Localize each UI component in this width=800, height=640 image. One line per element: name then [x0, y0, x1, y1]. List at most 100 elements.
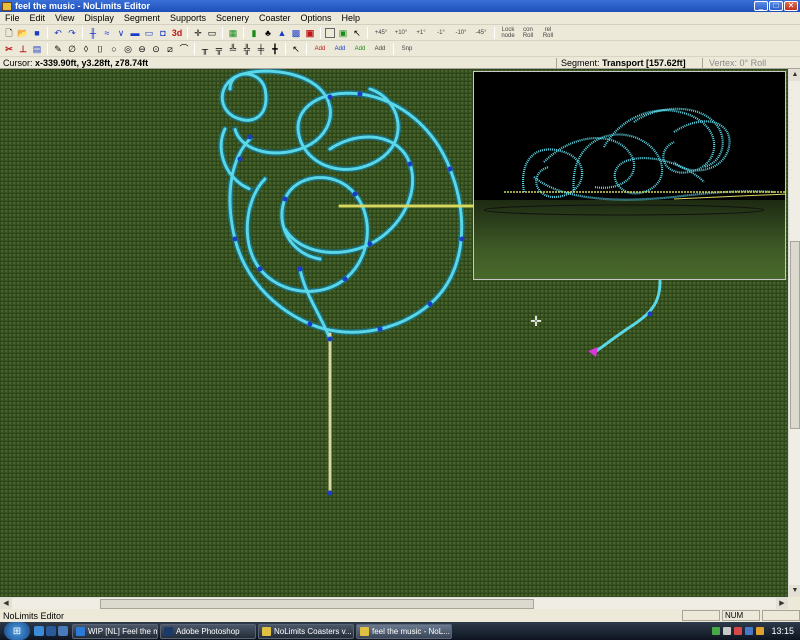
node-down-icon[interactable]: ◎	[122, 43, 134, 55]
station-segment-icon[interactable]: ▤	[31, 43, 43, 55]
tunnel-icon[interactable]: ⌒	[178, 43, 190, 55]
track-dip-icon[interactable]: ∨	[115, 27, 127, 39]
menu-coaster[interactable]: Coaster	[254, 13, 296, 23]
taskbar-item-editor[interactable]: feel the music - NoL...	[356, 623, 452, 639]
node-up-icon[interactable]: ○	[108, 43, 120, 55]
angle-minus10-button[interactable]: -10°	[452, 27, 470, 39]
pencil-icon[interactable]: ✎	[52, 43, 64, 55]
tray-app-icon[interactable]	[745, 627, 754, 635]
quicklaunch-ie-icon[interactable]	[34, 626, 44, 636]
vertical-scroll-thumb[interactable]	[790, 241, 800, 429]
3d-preview-window[interactable]	[473, 71, 786, 280]
minimize-button[interactable]: _	[754, 1, 768, 11]
minus-icon[interactable]: ▭	[206, 27, 218, 39]
car-icon[interactable]: ◘	[157, 27, 169, 39]
menu-display[interactable]: Display	[79, 13, 119, 23]
screen-icon[interactable]: ▣	[337, 27, 349, 39]
angle-minus45-button[interactable]: -45°	[472, 27, 490, 39]
support-icon[interactable]: ▲	[276, 27, 288, 39]
scroll-up-icon[interactable]: ▲	[789, 69, 800, 81]
menu-supports[interactable]: Supports	[165, 13, 211, 23]
signal-icon[interactable]: ▮	[248, 27, 260, 39]
vertex-icon[interactable]: ◊	[80, 43, 92, 55]
clock[interactable]: 13:15	[771, 626, 794, 636]
save-icon[interactable]: ■	[31, 27, 43, 39]
toolbar-separator	[194, 42, 195, 55]
move-icon[interactable]: ✛	[192, 27, 204, 39]
status-message: NoLimits Editor	[3, 610, 65, 621]
capsule-icon[interactable]: ⌷	[94, 43, 106, 55]
new-file-icon[interactable]: 🗋	[3, 27, 15, 39]
tray-update-icon[interactable]	[756, 627, 765, 635]
track-vertical-icon[interactable]: ╫	[87, 27, 99, 39]
cursor-icon[interactable]: ↖	[351, 27, 363, 39]
brake-icon[interactable]: ⊥	[17, 43, 29, 55]
train-icon[interactable]: ▭	[143, 27, 155, 39]
menu-help[interactable]: Help	[337, 13, 366, 23]
taskbar-item-forum[interactable]: WIP [NL] Feel the m...	[72, 623, 158, 639]
tray-network-icon[interactable]	[712, 627, 721, 635]
scroll-down-icon[interactable]: ▼	[789, 585, 800, 597]
angle-plus1-button[interactable]: +1°	[412, 27, 430, 39]
horizontal-scroll-thumb[interactable]	[100, 599, 534, 609]
undo-icon[interactable]: ↶	[52, 27, 64, 39]
tree-icon[interactable]: ♣	[262, 27, 274, 39]
quicklaunch-switch-icon[interactable]	[58, 626, 68, 636]
add-node-green-button[interactable]: Add	[351, 43, 369, 55]
angle-plus10-button[interactable]: +10°	[392, 27, 410, 39]
add-node-blue-button[interactable]: Add	[331, 43, 349, 55]
vertical-scrollbar[interactable]: ▲ ▼	[788, 69, 800, 597]
scissors-icon[interactable]: ✂	[3, 43, 15, 55]
snap-button[interactable]: Snp	[398, 43, 416, 55]
support-tie-icon[interactable]: ╋	[269, 43, 281, 55]
loop-icon[interactable]: ⊙	[150, 43, 162, 55]
quicklaunch-desktop-icon[interactable]	[46, 626, 56, 636]
station-icon[interactable]: ▬	[129, 27, 141, 39]
support-frame-icon[interactable]: ╦	[213, 43, 225, 55]
menu-scenery[interactable]: Scenery	[211, 13, 254, 23]
support-footer-icon[interactable]: ╩	[227, 43, 239, 55]
menu-file[interactable]: File	[0, 13, 25, 23]
texture-icon[interactable]: ▣	[304, 27, 316, 39]
tray-security-icon[interactable]	[734, 627, 743, 635]
support-link-icon[interactable]: ╪	[255, 43, 267, 55]
add-node-gray-button[interactable]: Add	[371, 43, 389, 55]
select-arrow-icon[interactable]: ↖	[290, 43, 302, 55]
vertex-readout: Vertex: 0° Roll	[702, 57, 800, 68]
ruler-icon[interactable]: ⧄	[164, 43, 176, 55]
close-button[interactable]: ✕	[784, 1, 798, 11]
taskbar-item-nolimits[interactable]: NoLimits Coasters v...	[258, 623, 354, 639]
menu-edit[interactable]: Edit	[25, 13, 51, 23]
rel-roll-button[interactable]: rel Roll	[539, 27, 557, 39]
main-toolbar: 🗋 📂 ■ ↶ ↷ ╫ ≈ ∨ ▬ ▭ ◘ 3d ✛ ▭ ▦ ▮ ♣ ▲ ▩ ▣…	[0, 25, 800, 41]
view-3d-button[interactable]: 3d	[171, 27, 183, 39]
menu-options[interactable]: Options	[296, 13, 337, 23]
terrain-icon[interactable]: ▦	[227, 27, 239, 39]
start-button[interactable]: ⊞	[4, 622, 30, 640]
link-icon[interactable]: ∅	[66, 43, 78, 55]
add-node-red-button[interactable]: Add	[311, 43, 329, 55]
roll-icon[interactable]: ⊖	[136, 43, 148, 55]
selected-vertex-marker	[588, 347, 598, 357]
angle-minus1-button[interactable]: -1°	[432, 27, 450, 39]
status-pane-num: NUM	[722, 610, 760, 621]
tray-volume-icon[interactable]	[723, 627, 732, 635]
cursor-label: Cursor:	[3, 57, 33, 68]
menu-view[interactable]: View	[50, 13, 79, 23]
horizontal-scrollbar[interactable]: ◀ ▶	[0, 597, 788, 610]
window-title: feel the music - NoLimits Editor	[15, 1, 151, 11]
maximize-button[interactable]: □	[769, 1, 783, 11]
support-beam-icon[interactable]: ╬	[241, 43, 253, 55]
support-pole-icon[interactable]: ╥	[199, 43, 211, 55]
redo-icon[interactable]: ↷	[66, 27, 78, 39]
lock-node-button[interactable]: Lock node	[499, 27, 517, 39]
angle-plus45-button[interactable]: +45°	[372, 27, 390, 39]
track-editor-canvas[interactable]: ✛	[0, 69, 788, 597]
con-roll-button[interactable]: con Roll	[519, 27, 537, 39]
open-folder-icon[interactable]: 📂	[17, 27, 29, 39]
grid-icon[interactable]: ▩	[290, 27, 302, 39]
menu-segment[interactable]: Segment	[119, 13, 165, 23]
window-icon[interactable]	[325, 27, 335, 38]
taskbar-item-photoshop[interactable]: Adobe Photoshop	[160, 623, 256, 639]
track-wave-icon[interactable]: ≈	[101, 27, 113, 39]
